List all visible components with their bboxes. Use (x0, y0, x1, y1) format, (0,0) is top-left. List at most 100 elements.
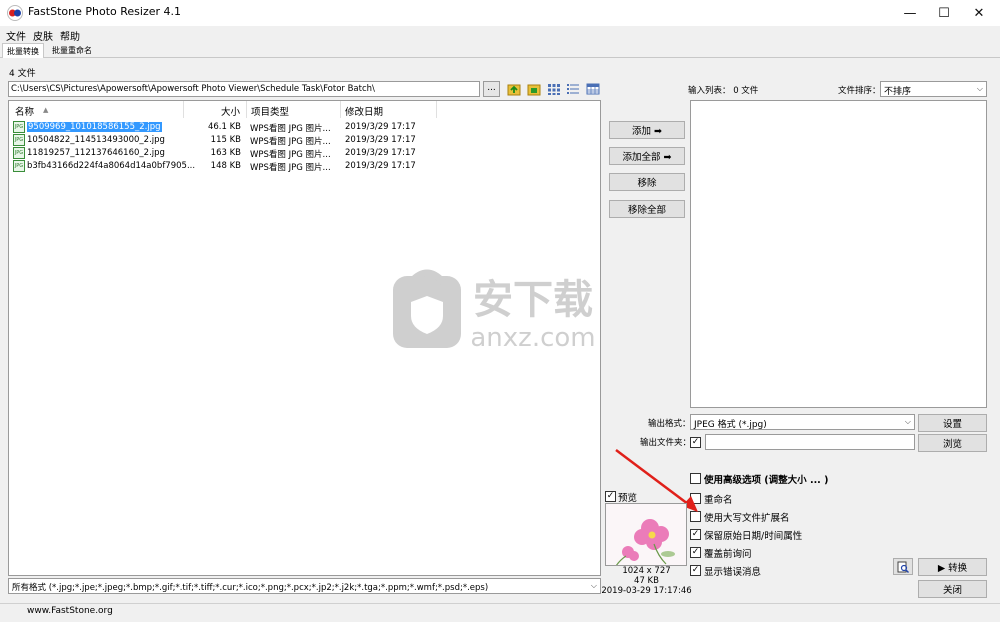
sort-select[interactable]: 不排序 ⌵ (880, 81, 987, 97)
column-header-size[interactable]: 大小 (221, 104, 240, 118)
preview-thumbnail (605, 503, 687, 566)
file-size: 148 KB (210, 161, 241, 171)
watermark-en: anxz.com (470, 323, 595, 353)
file-date: 2019/3/29 17:17 (345, 161, 416, 171)
file-row[interactable]: JPG 9509969_101018586155_2.jpg 46.1 KB W… (9, 121, 449, 134)
tab-batch-convert[interactable]: 批量转换 (2, 43, 44, 58)
input-list-label: 输入列表： 0 文件 (688, 86, 759, 96)
jpg-file-icon: JPG (13, 147, 25, 159)
column-header-name[interactable]: 名称 (15, 104, 34, 118)
file-date: 2019/3/29 17:17 (345, 148, 416, 158)
convert-label: ▶ 转换 (937, 563, 968, 574)
thumbnail-view-icon[interactable] (547, 82, 561, 96)
preview-size: 47 KB (634, 576, 659, 586)
add-all-button[interactable]: 添加全部 ➡ (609, 147, 685, 165)
folder-path-input[interactable]: C:\Users\CS\Pictures\Apowersoft\Apowerso… (8, 81, 480, 97)
column-divider[interactable] (183, 101, 184, 118)
close-window-button[interactable]: ✕ (958, 0, 1000, 26)
folder-up-icon[interactable] (507, 82, 521, 96)
preview-date: 2019-03-29 17:17:46 (601, 586, 692, 596)
jpg-file-icon: JPG (13, 121, 25, 133)
file-type: WPS看图 JPG 图片... (250, 163, 331, 173)
preview-dimensions: 1024 x 727 (622, 566, 671, 576)
status-bar (0, 603, 1000, 622)
file-name: 9509969_101018586155_2.jpg (27, 122, 162, 132)
status-website[interactable]: www.FastStone.org (27, 606, 113, 616)
tab-strip: 批量转换 批量重命名 (0, 42, 1000, 58)
app-logo-icon (7, 5, 23, 21)
file-date: 2019/3/29 17:17 (345, 135, 416, 145)
advanced-options-label[interactable]: 使用高级选项 (调整大小 ... ) (704, 472, 828, 486)
minimize-icon: — (903, 5, 917, 21)
menu-file[interactable]: 文件 (6, 28, 26, 43)
chevron-down-icon: ⌵ (976, 84, 983, 93)
filter-value: 所有格式 (*.jpg;*.jpe;*.jpeg;*.bmp;*.gif;*.t… (12, 583, 489, 593)
watermark-logo: 安下载 anxz.com (393, 269, 596, 353)
output-format-value: JPEG 格式 (*.jpg) (694, 420, 767, 430)
keep-date-checkbox[interactable]: ✓ (690, 529, 701, 540)
sort-label: 文件排序： (838, 86, 881, 96)
sort-value: 不排序 (884, 87, 912, 97)
file-name: 10504822_114513493000_2.jpg (27, 135, 165, 145)
preview-label[interactable]: 预览 (618, 490, 637, 504)
file-size: 163 KB (210, 148, 241, 158)
file-size: 115 KB (210, 135, 241, 145)
file-type: WPS看图 JPG 图片... (250, 150, 331, 160)
chevron-down-icon: ⌵ (590, 581, 597, 590)
browse-button[interactable]: 浏览 (918, 434, 987, 452)
close-button[interactable]: 关闭 (918, 580, 987, 598)
remove-button[interactable]: 移除 (609, 173, 685, 191)
file-name: 11819257_112137646160_2.jpg (27, 148, 165, 158)
menu-skin[interactable]: 皮肤 (33, 28, 53, 43)
input-list[interactable] (690, 100, 987, 408)
ask-overwrite-label[interactable]: 覆盖前询问 (704, 546, 752, 560)
settings-button[interactable]: 设置 (918, 414, 987, 432)
favorite-folder-icon[interactable] (527, 82, 541, 96)
menu-help[interactable]: 帮助 (60, 28, 80, 43)
browse-folder-button[interactable]: ... (483, 81, 500, 97)
flower-image-icon (606, 504, 686, 565)
menu-bar: 文件 皮肤 帮助 (0, 26, 1000, 43)
ask-overwrite-checkbox[interactable]: ✓ (690, 547, 701, 558)
file-type: WPS看图 JPG 图片... (250, 137, 331, 147)
preview-checkbox[interactable]: ✓ (605, 491, 616, 502)
file-type: WPS看图 JPG 图片... (250, 124, 331, 134)
details-view-icon[interactable] (586, 82, 600, 96)
print-preview-button[interactable] (893, 558, 913, 575)
file-row[interactable]: JPG 10504822_114513493000_2.jpg 115 KB W… (9, 134, 449, 147)
column-header-date[interactable]: 修改日期 (345, 104, 383, 118)
tab-batch-rename[interactable]: 批量重命名 (48, 43, 96, 58)
add-button[interactable]: 添加 ➡ (609, 121, 685, 139)
maximize-icon: ☐ (938, 5, 950, 21)
column-divider[interactable] (436, 101, 437, 118)
list-view-icon[interactable] (566, 82, 580, 96)
convert-button[interactable]: ▶ 转换 (918, 558, 987, 576)
column-header-type[interactable]: 项目类型 (251, 104, 289, 118)
preview-info: 1024 x 727 47 KB 2019-03-29 17:17:46 (600, 566, 693, 596)
file-name: b3fb43166d224f4a8064d14a0bf7905... (27, 161, 196, 171)
close-icon: ✕ (973, 5, 985, 21)
rename-label[interactable]: 重命名 (704, 492, 733, 506)
output-folder-input[interactable] (705, 434, 915, 450)
show-errors-label[interactable]: 显示错误消息 (704, 564, 761, 578)
file-row[interactable]: JPG b3fb43166d224f4a8064d14a0bf7905... 1… (9, 160, 449, 173)
file-size: 46.1 KB (207, 122, 241, 132)
chevron-down-icon: ⌵ (904, 417, 911, 426)
jpg-file-icon: JPG (13, 134, 25, 146)
file-row[interactable]: JPG 11819257_112137646160_2.jpg 163 KB W… (9, 147, 449, 160)
uppercase-extension-label[interactable]: 使用大写文件扩展名 (704, 510, 790, 524)
jpg-file-icon: JPG (13, 160, 25, 172)
file-count: 4 文件 (9, 69, 36, 79)
window-title: FastStone Photo Resizer 4.1 (28, 5, 181, 18)
column-divider[interactable] (340, 101, 341, 118)
sort-ascending-icon: ▲ (43, 106, 49, 114)
remove-all-button[interactable]: 移除全部 (609, 200, 685, 218)
magnify-page-icon (897, 561, 909, 573)
output-format-select[interactable]: JPEG 格式 (*.jpg) ⌵ (690, 414, 915, 430)
output-format-label: 输出格式： (648, 419, 691, 429)
file-date: 2019/3/29 17:17 (345, 122, 416, 132)
watermark-cn: 安下载 (473, 277, 593, 323)
file-type-filter-select[interactable]: 所有格式 (*.jpg;*.jpe;*.jpeg;*.bmp;*.gif;*.t… (8, 578, 601, 594)
keep-date-label[interactable]: 保留原始日期/时间属性 (704, 528, 802, 542)
column-divider[interactable] (246, 101, 247, 118)
